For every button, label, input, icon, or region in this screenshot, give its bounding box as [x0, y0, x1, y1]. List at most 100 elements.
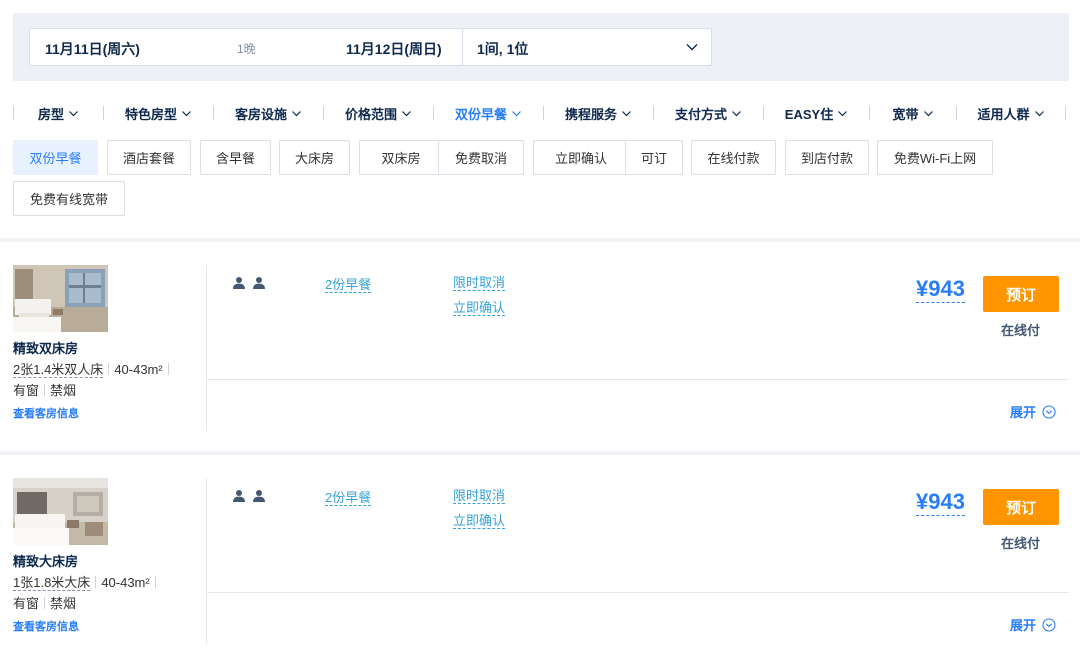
- occupancy: [232, 276, 266, 290]
- bed-type[interactable]: 2张1.4米双人床: [13, 362, 104, 378]
- tag-king-bed[interactable]: 大床房: [279, 140, 350, 175]
- book-button[interactable]: 预订: [983, 489, 1059, 525]
- checkin-date[interactable]: 11月11日(周六): [45, 39, 140, 59]
- filter-double-breakfast[interactable]: 双份早餐: [434, 102, 543, 124]
- room-bed-info: 1张1.8米大床 40-43m²: [13, 572, 161, 591]
- cancel-policy[interactable]: 限时取消: [453, 488, 506, 504]
- smoking-info: 禁烟: [50, 383, 77, 398]
- room-area: 40-43m²: [101, 575, 150, 590]
- tag-instant-confirm[interactable]: 立即确认: [533, 140, 629, 175]
- filter-label: 适用人群: [977, 106, 1030, 122]
- divider: [167, 363, 169, 375]
- tag-with-breakfast[interactable]: 含早餐: [200, 140, 271, 175]
- payment-type: 在线付: [1001, 536, 1041, 551]
- chevron-down-icon: [182, 110, 191, 116]
- filter-room-type[interactable]: 房型: [14, 102, 103, 124]
- filter-payment[interactable]: 支付方式: [654, 102, 763, 124]
- column-divider: [206, 265, 207, 431]
- breakfast-info[interactable]: 2份早餐: [325, 277, 372, 293]
- room-name: 精致双床房: [13, 341, 79, 356]
- divider: [95, 576, 97, 588]
- room-card: 精致大床房 1张1.8米大床 40-43m² 有窗 禁烟 查看客房信息 2份早餐 限…: [0, 454, 1080, 644]
- tag-hotel-package[interactable]: 酒店套餐: [107, 140, 191, 175]
- room-price[interactable]: ¥943: [916, 276, 965, 303]
- date-picker[interactable]: 11月11日(周六) 1晚 11月12日(周日): [29, 28, 463, 66]
- room-name: 精致大床房: [13, 554, 79, 569]
- row-divider: [207, 379, 1069, 380]
- expand-circle-icon: [1042, 617, 1056, 632]
- filter-facilities[interactable]: 客房设施: [214, 102, 323, 124]
- divider: [108, 363, 110, 375]
- room-photo[interactable]: [13, 478, 108, 545]
- chevron-down-icon: [838, 110, 848, 116]
- filter-special-room[interactable]: 特色房型: [104, 102, 213, 124]
- chevron-down-icon: [732, 110, 741, 116]
- chevron-down-icon: [292, 110, 301, 116]
- window-info: 有窗: [13, 596, 40, 611]
- filter-easy-stay[interactable]: EASY住: [764, 102, 869, 124]
- tag-online-pay[interactable]: 在线付款: [691, 140, 776, 175]
- bed-type[interactable]: 1张1.8米大床: [13, 575, 91, 591]
- filter-label: 价格范围: [344, 106, 397, 122]
- expand-button[interactable]: 展开: [1010, 615, 1056, 634]
- divider: [154, 576, 156, 588]
- filter-label: EASY住: [784, 106, 834, 122]
- tag-bookable[interactable]: 可订: [625, 140, 683, 175]
- chevron-down-icon: [686, 44, 698, 51]
- room-card: 精致双床房 2张1.4米双人床 40-43m² 有窗 禁烟 查看客房信息 2份早餐 …: [0, 241, 1080, 431]
- room-info-link[interactable]: 查看客房信息: [13, 405, 79, 421]
- person-icon: [233, 277, 245, 289]
- filter-price-range[interactable]: 价格范围: [324, 102, 433, 124]
- room-features: 有窗 禁烟: [13, 593, 76, 612]
- chevron-down-icon: [69, 110, 78, 116]
- room-price[interactable]: ¥943: [916, 489, 965, 516]
- payment-type: 在线付: [1001, 323, 1041, 338]
- room-area: 40-43m²: [114, 362, 163, 377]
- checkout-date[interactable]: 11月12日(周日): [346, 39, 442, 59]
- row-divider: [207, 592, 1069, 593]
- filter-label: 房型: [37, 106, 64, 122]
- expand-button[interactable]: 展开: [1010, 402, 1056, 421]
- filter-label: 客房设施: [234, 106, 287, 122]
- filter-audience[interactable]: 适用人群: [957, 102, 1065, 124]
- filter-label: 宽带: [892, 106, 919, 122]
- filter-label: 双份早餐: [454, 106, 507, 122]
- expand-label: 展开: [1010, 618, 1037, 633]
- room-bed-info: 2张1.4米双人床 40-43m²: [13, 359, 174, 378]
- chevron-down-icon: [512, 110, 521, 116]
- book-button[interactable]: 预订: [983, 276, 1059, 312]
- tag-free-wifi[interactable]: 免费Wi-Fi上网: [877, 140, 993, 175]
- filter-ctrip-service[interactable]: 携程服务: [544, 102, 653, 124]
- tag-free-cancel[interactable]: 免费取消: [438, 140, 524, 175]
- filter-divider: [1065, 106, 1066, 120]
- chevron-down-icon: [923, 110, 933, 116]
- confirm-policy[interactable]: 立即确认: [453, 300, 506, 316]
- confirm-policy[interactable]: 立即确认: [453, 513, 506, 529]
- nights-count: 1晚: [237, 42, 256, 56]
- filter-menu: 房型 特色房型 客房设施 价格范围 双份早餐 携程服务 支付方式 EASY住 宽…: [13, 102, 1069, 124]
- tag-twin-bed[interactable]: 双床房: [359, 140, 443, 175]
- chevron-down-icon: [402, 110, 411, 116]
- room-features: 有窗 禁烟: [13, 380, 76, 399]
- expand-circle-icon: [1042, 404, 1056, 419]
- chevron-down-icon: [1034, 110, 1044, 116]
- divider: [44, 384, 46, 396]
- expand-label: 展开: [1010, 405, 1037, 420]
- filter-broadband[interactable]: 宽带: [870, 102, 956, 124]
- person-icon: [253, 490, 265, 502]
- room-photo[interactable]: [13, 265, 108, 332]
- room-guest-selector[interactable]: 1间, 1位: [463, 28, 712, 66]
- filter-label: 支付方式: [674, 106, 727, 122]
- room-guest-value: 1间, 1位: [477, 41, 529, 57]
- tag-free-broadband[interactable]: 免费有线宽带: [13, 181, 125, 216]
- person-icon: [233, 490, 245, 502]
- search-bar: 11月11日(周六) 1晚 11月12日(周日) 1间, 1位: [13, 13, 1069, 81]
- room-info-link[interactable]: 查看客房信息: [13, 618, 79, 634]
- cancel-policy[interactable]: 限时取消: [453, 275, 506, 291]
- filter-label: 携程服务: [564, 106, 617, 122]
- tag-double-breakfast[interactable]: 双份早餐: [13, 140, 98, 175]
- column-divider: [206, 478, 207, 644]
- tag-pay-at-hotel[interactable]: 到店付款: [785, 140, 869, 175]
- smoking-info: 禁烟: [50, 596, 77, 611]
- breakfast-info[interactable]: 2份早餐: [325, 490, 372, 506]
